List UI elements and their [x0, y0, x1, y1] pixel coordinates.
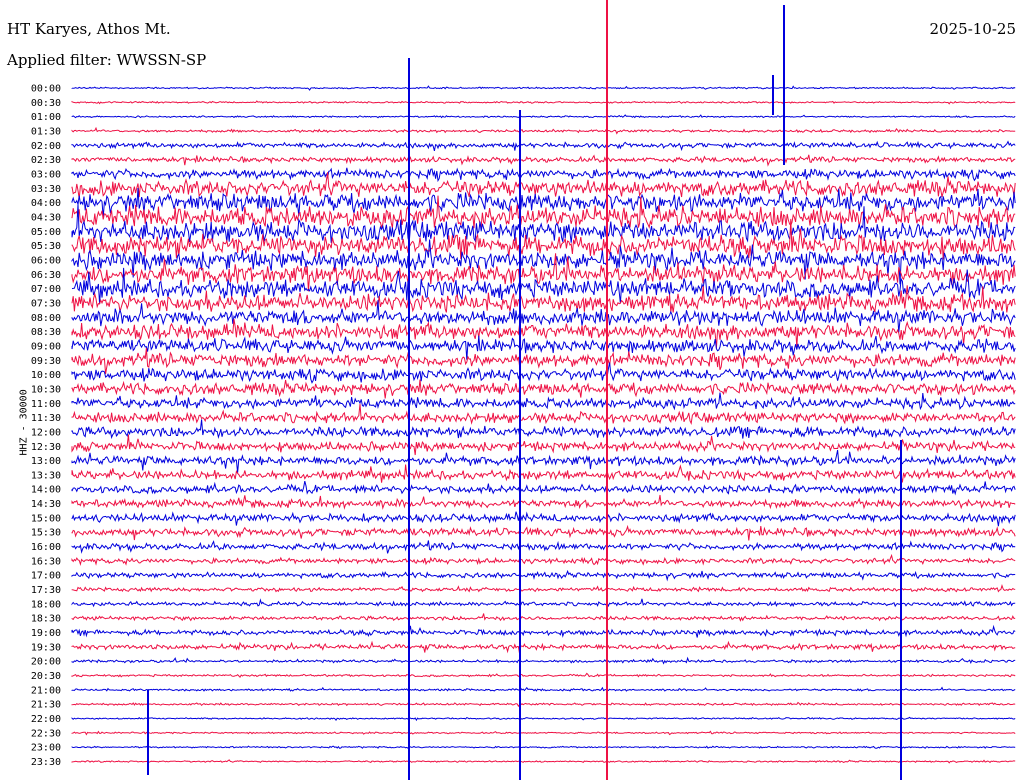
- row-time-label: 05:30: [31, 241, 61, 252]
- seismic-trace: [71, 569, 1016, 582]
- seismic-trace: [71, 167, 1016, 183]
- seismic-trace: [71, 511, 1016, 527]
- seismic-trace: [71, 524, 1016, 541]
- seismic-trace: [71, 379, 1016, 399]
- row-time-label: 02:00: [31, 141, 61, 152]
- row-time-label: 00:00: [31, 84, 61, 95]
- row-time-label: 22:00: [31, 714, 61, 725]
- seismic-trace: [71, 403, 1016, 425]
- seismic-trace: [71, 464, 1016, 483]
- row-time-label: 10:30: [31, 384, 61, 395]
- seismic-trace: [71, 656, 1016, 665]
- seismic-trace: [71, 300, 1016, 333]
- row-time-label: 10:00: [31, 370, 61, 381]
- row-time-label: 11:30: [31, 413, 61, 424]
- seismic-trace: [71, 114, 1016, 119]
- row-time-label: 17:00: [31, 571, 61, 582]
- seismic-trace: [71, 126, 1016, 135]
- row-time-label: 11:00: [31, 399, 61, 410]
- row-time-label: 07:30: [31, 298, 61, 309]
- row-time-label: 03:00: [31, 169, 61, 180]
- row-time-label: 01:00: [31, 112, 61, 123]
- row-time-label: 01:30: [31, 126, 61, 137]
- seismic-trace: [71, 613, 1016, 622]
- row-time-label: 21:30: [31, 700, 61, 711]
- row-time-label: 07:00: [31, 284, 61, 295]
- seismic-trace: [71, 203, 1016, 243]
- seismic-trace: [71, 85, 1016, 91]
- row-time-label: 22:30: [31, 728, 61, 739]
- row-time-label: 21:00: [31, 685, 61, 696]
- seismic-trace: [71, 140, 1016, 152]
- seismic-trace: [71, 583, 1016, 593]
- row-time-label: 16:00: [31, 542, 61, 553]
- seismic-trace: [71, 598, 1016, 608]
- seismic-trace: [71, 434, 1016, 456]
- seismic-trace: [71, 392, 1016, 411]
- seismic-trace: [71, 480, 1016, 496]
- seismic-trace: [71, 701, 1016, 708]
- row-time-label: 12:30: [31, 442, 61, 453]
- seismic-trace: [71, 624, 1016, 638]
- seismic-trace: [71, 494, 1016, 510]
- row-time-label: 04:00: [31, 198, 61, 209]
- row-time-label: 16:30: [31, 556, 61, 567]
- row-time-label: 03:30: [31, 184, 61, 195]
- row-time-label: 12:00: [31, 427, 61, 438]
- seismic-trace: [71, 450, 1016, 473]
- seismic-trace: [71, 335, 1016, 360]
- row-time-label: 06:30: [31, 270, 61, 281]
- seismic-trace: [71, 730, 1016, 736]
- row-time-label: 08:00: [31, 313, 61, 324]
- seismic-trace: [71, 686, 1016, 692]
- seismic-trace: [71, 716, 1016, 722]
- row-time-label: 08:30: [31, 327, 61, 338]
- seismic-trace: [71, 218, 1016, 260]
- row-time-label: 13:30: [31, 470, 61, 481]
- seismic-trace: [71, 154, 1016, 167]
- row-time-label: 19:30: [31, 642, 61, 653]
- row-time-label: 20:30: [31, 671, 61, 682]
- row-time-label: 00:30: [31, 98, 61, 109]
- seismic-trace: [71, 640, 1016, 654]
- row-time-label: 02:30: [31, 155, 61, 166]
- row-time-label: 15:30: [31, 528, 61, 539]
- row-time-label: 19:00: [31, 628, 61, 639]
- seismic-trace: [71, 100, 1016, 105]
- row-time-label: 04:30: [31, 212, 61, 223]
- row-time-label: 09:30: [31, 356, 61, 367]
- row-time-label: 06:00: [31, 255, 61, 266]
- row-time-label: 18:00: [31, 599, 61, 610]
- seismic-trace: [71, 672, 1016, 679]
- row-time-label: 18:30: [31, 614, 61, 625]
- row-time-label: 23:00: [31, 743, 61, 754]
- seismic-trace: [71, 759, 1016, 764]
- row-time-label: 20:00: [31, 657, 61, 668]
- seismic-trace: [71, 540, 1016, 554]
- row-time-label: 15:00: [31, 513, 61, 524]
- seismic-trace: [71, 553, 1016, 567]
- seismic-trace: [71, 419, 1016, 440]
- row-time-label: 14:30: [31, 499, 61, 510]
- seismic-trace: [71, 195, 1016, 229]
- row-time-label: 09:00: [31, 341, 61, 352]
- helicorder-plot: 00:00 00:30 01:00 01:30 02:00 02:30 03:00 03:30…: [31, 0, 1016, 780]
- seismic-trace: [71, 745, 1016, 749]
- row-time-label: 14:00: [31, 485, 61, 496]
- row-time-label: 17:30: [31, 585, 61, 596]
- seismic-trace: [71, 267, 1016, 305]
- row-time-label: 13:00: [31, 456, 61, 467]
- row-time-label: 05:00: [31, 227, 61, 238]
- row-time-label: 23:30: [31, 757, 61, 768]
